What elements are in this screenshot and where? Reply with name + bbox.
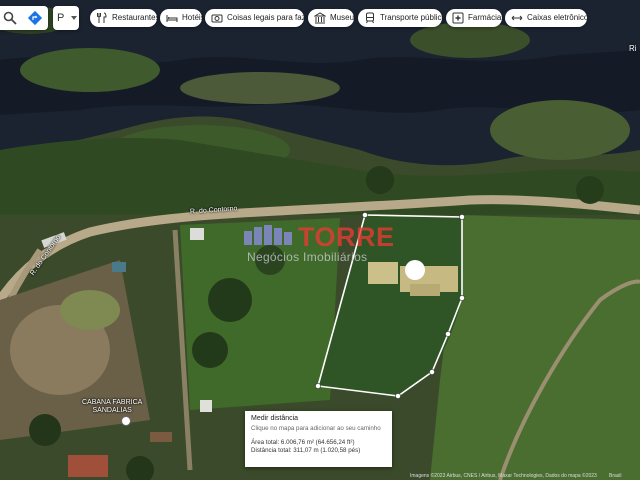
layer-select-value: P: [57, 12, 65, 24]
chevron-down-icon: [71, 16, 77, 20]
watermark-title: TORRE: [298, 222, 395, 252]
chip-transit[interactable]: Transporte público: [358, 9, 442, 27]
restaurant-icon: [97, 12, 107, 23]
place-label[interactable]: CABANA FABRICA SANDALIAS: [82, 399, 142, 415]
chip-atms[interactable]: Caixas eletrônicos: [505, 9, 587, 27]
chip-label: Transporte público: [380, 13, 442, 22]
measure-distance: Distância total: 311,07 m (1.020,58 pés): [251, 447, 361, 454]
chip-things-to-do[interactable]: Coisas legais para fazer: [205, 9, 304, 27]
atm-icon: [511, 15, 523, 21]
measure-area: Área total: 6.006,76 m² (64.656,24 ft²): [251, 439, 355, 446]
chip-label: Museus: [330, 13, 354, 22]
top-toolbar: P Restaurantes Hotéis Coisas legais para…: [0, 6, 640, 30]
chip-label: Hotéis: [182, 13, 202, 22]
hotel-icon: [166, 15, 178, 22]
chip-restaurants[interactable]: Restaurantes: [90, 9, 157, 27]
search-box[interactable]: [0, 6, 48, 30]
watermark-subtitle: Negócios Imobiliários: [247, 250, 368, 264]
museum-icon: [314, 12, 326, 24]
directions-icon[interactable]: [27, 10, 43, 26]
transit-icon: [366, 12, 374, 24]
place-pin-icon[interactable]: [121, 416, 131, 426]
layer-select[interactable]: P: [53, 6, 79, 30]
place-label-line1: CABANA FABRICA: [82, 399, 143, 406]
chip-hotels[interactable]: Hotéis: [160, 9, 202, 27]
chip-pharmacies[interactable]: Farmácias: [446, 9, 502, 27]
chip-museums[interactable]: Museus: [308, 9, 354, 27]
map-edge-label: Ri: [629, 44, 637, 53]
pharmacy-icon: [452, 12, 464, 24]
chip-label: Caixas eletrônicos: [527, 13, 587, 22]
place-label-line2: SANDALIAS: [92, 407, 132, 414]
measure-hint: Clique no mapa para adicionar ao seu cam…: [251, 425, 381, 432]
camera-icon: [211, 14, 223, 23]
building-logo-icon: [244, 225, 292, 245]
chip-label: Restaurantes: [112, 13, 157, 22]
search-icon[interactable]: [2, 10, 18, 26]
chip-label: Coisas legais para fazer: [227, 13, 304, 22]
chip-label: Farmácias: [468, 13, 502, 22]
measure-distance-card: Medir distância Clique no mapa para adic…: [245, 411, 392, 467]
map-attribution: Imagens ©2023 Airbus, CNES / Airbus, Max…: [410, 473, 597, 479]
measure-title: Medir distância: [251, 415, 299, 422]
footer-country: Brasil: [609, 473, 622, 479]
